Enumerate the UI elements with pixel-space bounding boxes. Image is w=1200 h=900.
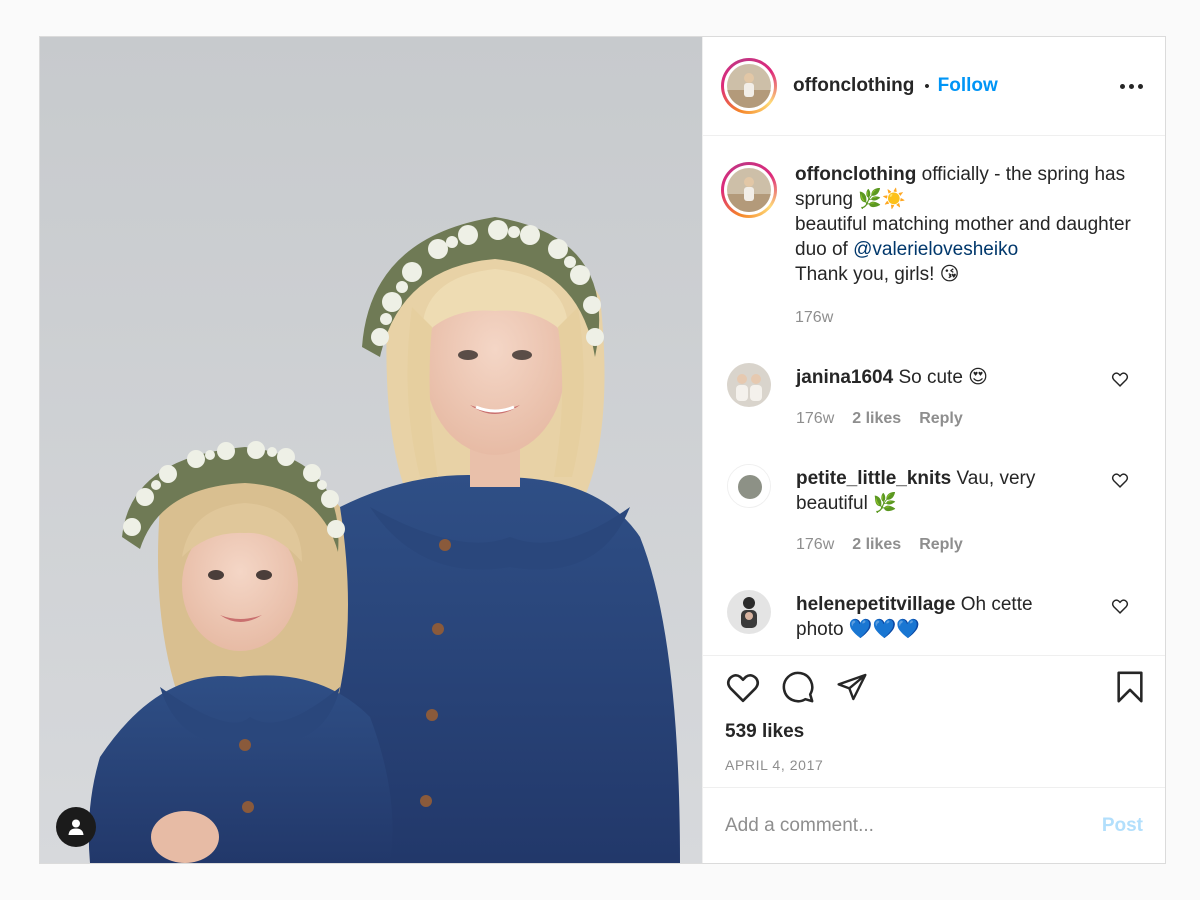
comment-item: helenepetitvillage Oh cette photo 💙💙💙 — [721, 590, 1143, 642]
comment-avatar[interactable] — [727, 464, 771, 508]
comment-item: janina1604 So cute 😍 176w 2 likes Reply — [721, 363, 1143, 431]
comment-avatar[interactable] — [727, 590, 771, 634]
user-tag-button[interactable] — [56, 807, 96, 847]
share-icon — [837, 673, 867, 701]
post-side-panel: offonclothing • Follow offonclothing off… — [702, 37, 1165, 863]
caption-username[interactable]: offonclothing — [795, 164, 916, 185]
comment-item: petite_little_knits Vau, very beautiful … — [721, 464, 1143, 557]
comment-reply-button[interactable]: Reply — [919, 532, 963, 557]
more-options-icon — [1120, 83, 1125, 89]
comment-meta: 176w 2 likes Reply — [796, 406, 1076, 431]
post-actions: 539 likes APRIL 4, 2017 — [703, 655, 1165, 787]
save-button[interactable] — [1115, 670, 1145, 709]
comment-avatar[interactable] — [727, 363, 771, 407]
comments-list[interactable]: offonclothing officially - the spring ha… — [703, 136, 1165, 655]
comment-time[interactable]: 176w — [796, 406, 834, 431]
bookmark-icon — [1117, 671, 1143, 703]
caption-author-avatar[interactable] — [721, 162, 777, 218]
mother-daughter-photo — [40, 37, 702, 863]
caption-body: offonclothing officially - the spring ha… — [795, 162, 1143, 330]
caption-text-3: Thank you, girls! 😘 — [795, 264, 960, 285]
add-comment-bar: Post — [703, 787, 1165, 863]
comment-icon — [782, 671, 814, 703]
heart-icon — [1111, 372, 1129, 387]
author-username[interactable]: offonclothing — [793, 75, 914, 97]
caption-avatar-image — [727, 168, 771, 212]
comment-like-button[interactable] — [1111, 371, 1129, 392]
caption-mention[interactable]: @valerielovesheiko — [853, 239, 1018, 260]
more-options-icon-dot — [1138, 83, 1143, 89]
post-photo[interactable] — [40, 37, 702, 863]
comment-like-button[interactable] — [1111, 598, 1129, 619]
follow-separator: • — [924, 77, 930, 95]
comment-likes[interactable]: 2 likes — [852, 532, 901, 557]
post-caption: offonclothing officially - the spring ha… — [721, 162, 1143, 330]
user-tag-icon — [68, 819, 84, 835]
author-avatar-image — [727, 64, 771, 108]
petite-little-knits-logo — [728, 465, 770, 507]
more-options-button[interactable] — [1120, 83, 1143, 89]
share-button[interactable] — [835, 671, 869, 708]
follow-button[interactable]: Follow — [938, 75, 998, 97]
heart-icon — [726, 674, 760, 703]
comment-username[interactable]: petite_little_knits — [796, 468, 951, 489]
post-card: offonclothing • Follow offonclothing off… — [39, 36, 1166, 864]
comment-reply-button[interactable]: Reply — [919, 406, 963, 431]
post-date[interactable]: APRIL 4, 2017 — [725, 757, 1145, 773]
heart-icon — [1111, 473, 1129, 488]
comment-button[interactable] — [781, 670, 815, 709]
comment-input[interactable] — [725, 814, 1102, 837]
comment-meta: 176w 2 likes Reply — [796, 532, 1076, 557]
heart-icon — [1111, 599, 1129, 614]
comment-username[interactable]: janina1604 — [796, 367, 893, 388]
comment-likes[interactable]: 2 likes — [852, 406, 901, 431]
action-icons — [725, 670, 1145, 709]
comment-like-button[interactable] — [1111, 472, 1129, 493]
comment-text: So cute 😍 — [898, 367, 988, 388]
caption-time[interactable]: 176w — [795, 305, 1143, 330]
likes-count[interactable]: 539 likes — [725, 721, 1145, 743]
post-header: offonclothing • Follow — [703, 37, 1165, 136]
more-options-icon-dot — [1129, 83, 1134, 89]
post-comment-button[interactable]: Post — [1102, 815, 1143, 837]
comment-avatar-image — [727, 590, 771, 634]
comment-avatar-image — [727, 363, 771, 407]
comment-time[interactable]: 176w — [796, 532, 834, 557]
like-button[interactable] — [725, 671, 761, 708]
author-avatar[interactable] — [721, 58, 777, 114]
comment-username[interactable]: helenepetitvillage — [796, 594, 955, 615]
